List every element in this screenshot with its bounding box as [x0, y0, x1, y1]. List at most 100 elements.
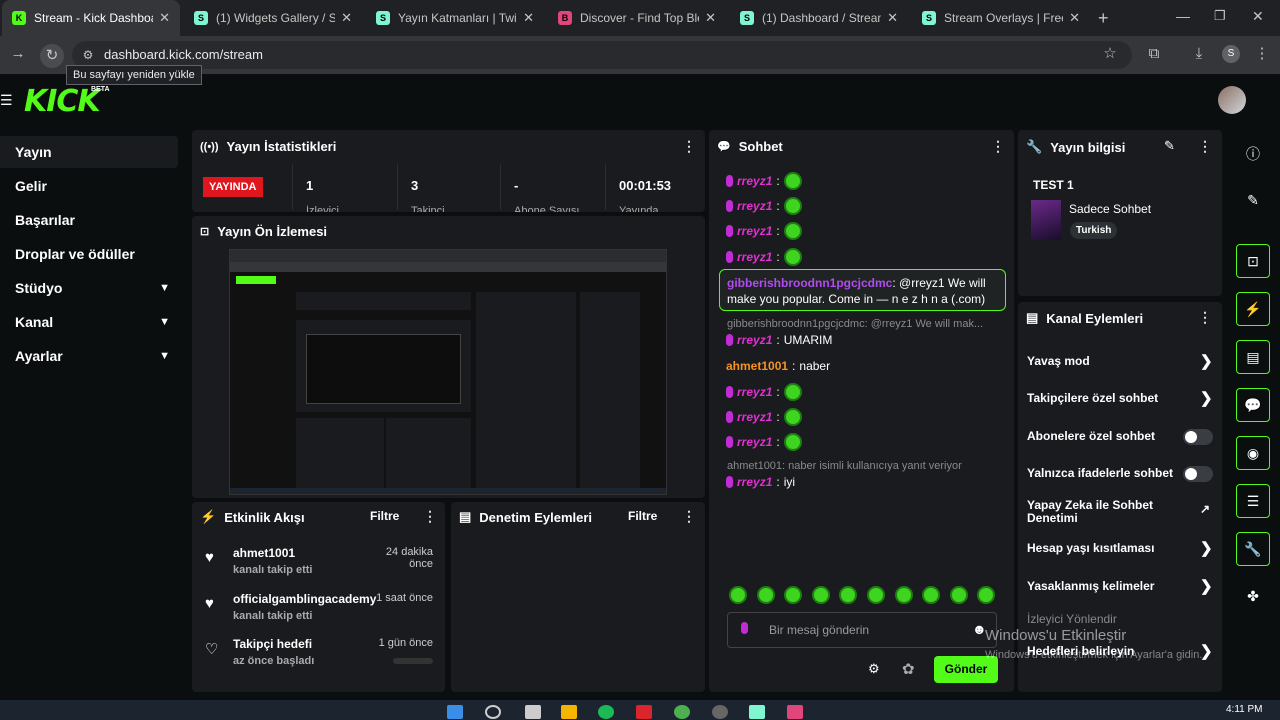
chat-username[interactable]: rreyz1	[737, 435, 772, 449]
app-red-icon[interactable]	[636, 705, 652, 719]
sidebar-item[interactable]: Ayarlar ▼	[0, 340, 178, 372]
browser-tab[interactable]: S (1) Widgets Gallery / Strea ✕	[184, 0, 362, 36]
toggle-switch[interactable]	[1183, 466, 1213, 482]
activity-name[interactable]: officialgamblingacademy	[233, 592, 376, 606]
activity-menu-icon[interactable]: ⋮	[423, 508, 437, 525]
activity-name[interactable]: ahmet1001	[233, 546, 295, 560]
browser-tab[interactable]: S Yayın Katmanları | Twitch, T ✕	[366, 0, 544, 36]
channel-action[interactable]: Takipçilere özel sohbet	[1027, 391, 1158, 405]
rail-puzzle-icon[interactable]: ✤	[1244, 588, 1262, 606]
emote-picker-item[interactable]	[811, 586, 830, 604]
reload-icon[interactable]: ↻	[40, 44, 64, 68]
bookmark-star-icon[interactable]: ☆	[1098, 44, 1122, 64]
chat-bot-icon[interactable]: ✿	[902, 660, 915, 678]
hamburger-menu-icon[interactable]: ☰	[0, 92, 13, 109]
chat-message[interactable]: rreyz1:	[726, 172, 802, 190]
minimize-button[interactable]: —	[1176, 8, 1190, 24]
search-icon[interactable]	[485, 705, 501, 719]
browser-tab[interactable]: B Discover - Find Top Blerps ✕	[548, 0, 726, 36]
rail-wrench-button[interactable]: 🔧	[1236, 532, 1270, 566]
chat-input-mic-icon[interactable]	[741, 622, 748, 637]
category-name[interactable]: Sadece Sohbet	[1069, 202, 1151, 216]
rail-document-button[interactable]: ▤	[1236, 340, 1270, 374]
browser-menu-icon[interactable]: ⋮	[1250, 44, 1274, 64]
moderation-menu-icon[interactable]: ⋮	[682, 508, 696, 525]
activity-name[interactable]: Takipçi hedefi	[233, 637, 312, 651]
edit-pencil-icon[interactable]: ✎	[1164, 138, 1175, 154]
emote-picker-item[interactable]	[729, 586, 747, 604]
rail-broadcast-button[interactable]: ◉	[1236, 436, 1270, 470]
highlight-username[interactable]: gibberishbroodnn1pgcjcdmc	[727, 276, 892, 290]
sidebar-item[interactable]: Kanal ▼	[0, 306, 178, 338]
emote-picker-item[interactable]	[867, 586, 885, 604]
maximize-button[interactable]: ❐	[1214, 8, 1226, 24]
channel-actions-menu-icon[interactable]: ⋮	[1198, 309, 1212, 326]
chat-username[interactable]: rreyz1	[737, 250, 772, 264]
chat-message[interactable]: rreyz1:	[726, 197, 802, 215]
moderation-filter-button[interactable]: Filtre	[628, 509, 657, 523]
tab-close-icon[interactable]: ✕	[705, 10, 716, 26]
toggle-switch[interactable]	[1183, 429, 1213, 445]
chat-message[interactable]: rreyz1:	[726, 248, 802, 266]
channel-action[interactable]: Yasaklanmış kelimeler	[1027, 579, 1154, 593]
start-icon[interactable]	[447, 705, 463, 719]
sidebar-item[interactable]: Droplar ve ödüller	[0, 238, 178, 270]
extensions-icon[interactable]: ⧉	[1142, 44, 1166, 64]
rail-camera-button[interactable]: ⊡	[1236, 244, 1270, 278]
emote-picker-item[interactable]	[949, 586, 968, 604]
chevron-right-icon[interactable]: ❯	[1200, 642, 1213, 660]
chat-message[interactable]: rreyz1: iyi	[726, 475, 795, 489]
task-view-icon[interactable]	[525, 705, 541, 719]
channel-action[interactable]: Yalnızca ifadelerle sohbet	[1027, 466, 1173, 480]
chat-username[interactable]: ahmet1001	[726, 359, 788, 373]
channel-action[interactable]: Hesap yaşı kısıtlaması	[1027, 541, 1154, 555]
sidebar-item[interactable]: Gelir	[0, 170, 178, 202]
channel-action[interactable]: İzleyici Yönlendir	[1027, 612, 1117, 626]
channel-action[interactable]: Yapay Zeka ile Sohbet Denetimi	[1027, 499, 1177, 525]
rail-lightning-button[interactable]: ⚡	[1236, 292, 1270, 326]
new-tab-button[interactable]: +	[1098, 8, 1109, 29]
highlighted-message[interactable]: gibberishbroodnn1pgcjcdmc: @rreyz1 We wi…	[719, 269, 1006, 311]
tab-close-icon[interactable]: ✕	[523, 10, 534, 26]
browser-tab[interactable]: S (1) Dashboard / Streamlab ✕	[730, 0, 908, 36]
chat-menu-icon[interactable]: ⋮	[991, 138, 1005, 155]
forward-icon[interactable]: →	[6, 44, 30, 64]
streamlabs-icon[interactable]	[749, 705, 765, 719]
edit-icon[interactable]: ✎	[1244, 192, 1262, 210]
tab-close-icon[interactable]: ✕	[1069, 10, 1080, 26]
external-link-icon[interactable]: ↗	[1200, 502, 1210, 516]
download-icon[interactable]: ⤓	[1187, 44, 1211, 64]
chat-username[interactable]: rreyz1	[737, 199, 772, 213]
chat-settings-icon[interactable]: ⚙	[868, 661, 880, 677]
chat-message[interactable]: rreyz1:	[726, 433, 802, 451]
tab-close-icon[interactable]: ✕	[341, 10, 352, 26]
tab-close-icon[interactable]: ✕	[887, 10, 898, 26]
browser-tab[interactable]: S Stream Overlays | Free & P ✕	[912, 0, 1090, 36]
chat-message[interactable]: rreyz1:	[726, 383, 802, 401]
app-pink-icon[interactable]	[787, 705, 803, 719]
stats-menu-icon[interactable]: ⋮	[682, 138, 696, 155]
rail-chat-button[interactable]: 💬	[1236, 388, 1270, 422]
chat-message[interactable]: rreyz1:	[726, 222, 802, 240]
chat-message[interactable]: rreyz1:	[726, 408, 802, 426]
file-explorer-icon[interactable]	[561, 705, 577, 719]
channel-action[interactable]: Hedefleri belirleyin	[1027, 644, 1134, 658]
site-info-icon[interactable]: ⚙	[76, 45, 100, 65]
emote-picker-item[interactable]	[756, 586, 775, 604]
chat-message[interactable]: rreyz1: UMARIM	[726, 333, 832, 347]
chat-message[interactable]: ahmet1001: naber	[726, 359, 830, 373]
spotify-icon[interactable]	[598, 705, 614, 719]
chat-username[interactable]: rreyz1	[737, 174, 772, 188]
chevron-right-icon[interactable]: ❯	[1200, 577, 1213, 595]
user-avatar[interactable]	[1218, 86, 1246, 114]
channel-action[interactable]: Abonelere özel sohbet	[1027, 429, 1155, 443]
activity-filter-button[interactable]: Filtre	[370, 509, 399, 523]
info-icon[interactable]: ⓘ	[1244, 144, 1262, 162]
chat-username[interactable]: rreyz1	[737, 410, 772, 424]
chevron-right-icon[interactable]: ❯	[1200, 539, 1213, 557]
chat-username[interactable]: rreyz1	[737, 385, 772, 399]
chrome-icon[interactable]	[674, 705, 690, 719]
tab-close-icon[interactable]: ✕	[159, 10, 170, 26]
channel-action[interactable]: Yavaş mod	[1027, 354, 1090, 368]
sidebar-item[interactable]: Başarılar	[0, 204, 178, 236]
